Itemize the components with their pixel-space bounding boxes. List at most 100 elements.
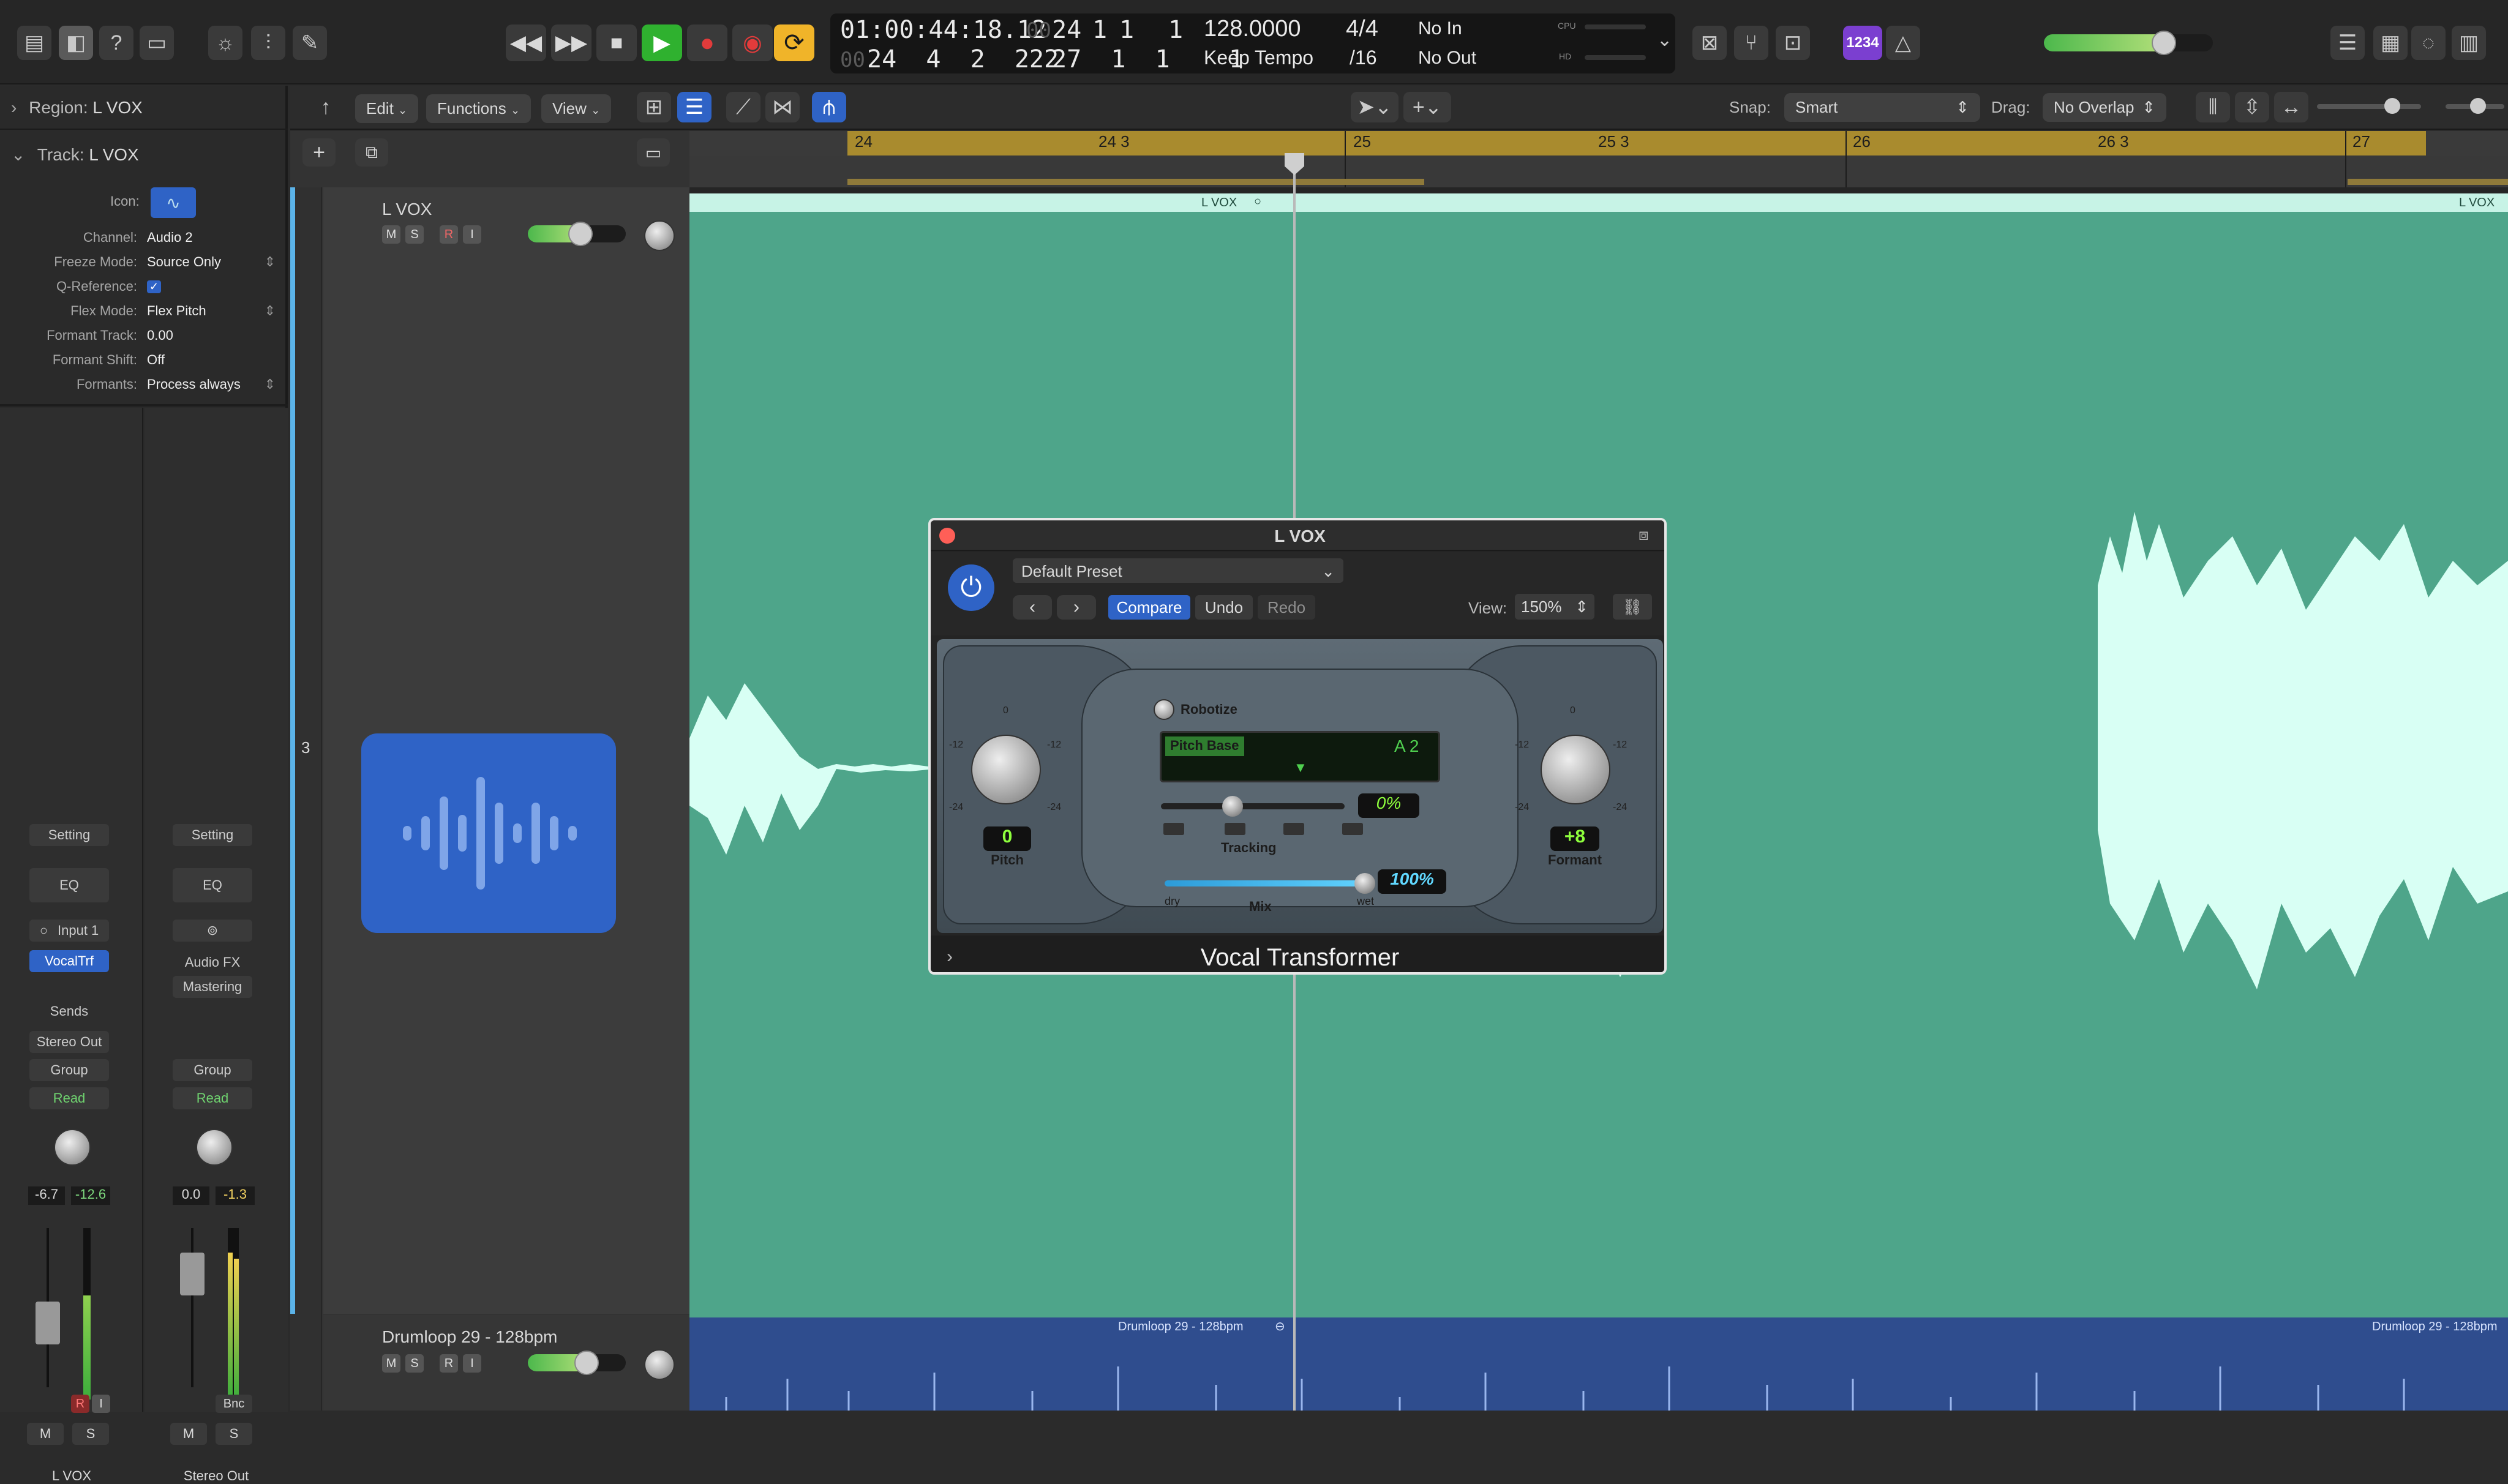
- eq-button[interactable]: EQ: [29, 868, 109, 902]
- volume-fader[interactable]: [180, 1228, 205, 1387]
- track-header[interactable]: ⌄ Track: L VOX: [11, 144, 139, 165]
- audio-region-drum[interactable]: Drumloop 29 - 128bpm ⊖ Drumloop 29 - 128…: [689, 1317, 2508, 1411]
- grid-view-icon[interactable]: ⊞: [637, 92, 671, 122]
- record-enable-button[interactable]: R: [440, 225, 458, 244]
- loop-browser-icon[interactable]: ◌: [2411, 26, 2446, 60]
- track-waveform-icon[interactable]: ∿: [151, 187, 196, 218]
- track-row[interactable]: Drumloop 29 - 128bpm M S R I: [323, 1315, 689, 1411]
- notepad-icon[interactable]: ▦: [2373, 26, 2408, 60]
- pan-knob[interactable]: [54, 1129, 91, 1166]
- input-button[interactable]: ○ Input 1: [29, 920, 109, 942]
- fit-vertical-icon[interactable]: ⇳: [2235, 92, 2269, 122]
- formant-value[interactable]: +8: [1550, 826, 1599, 851]
- volume-readout[interactable]: 0.0: [173, 1186, 209, 1205]
- time-signature[interactable]: 4/4: [1346, 16, 1378, 42]
- fit-horizontal-icon[interactable]: ↔: [2274, 92, 2308, 122]
- cycle-region[interactable]: [847, 131, 2426, 156]
- brightness-icon[interactable]: ☼: [208, 26, 242, 60]
- record-enable-button[interactable]: R: [440, 1354, 458, 1373]
- mix-value[interactable]: 100%: [1378, 869, 1446, 894]
- pitch-base-display[interactable]: Pitch Base A 2 ▼: [1160, 731, 1440, 782]
- track-pan-knob[interactable]: [644, 1349, 675, 1380]
- track-volume-slider[interactable]: [528, 1351, 626, 1375]
- up-arrow-icon[interactable]: ↑: [309, 92, 343, 122]
- robotize-button[interactable]: [1154, 699, 1174, 720]
- checkbox[interactable]: ✓: [147, 280, 162, 293]
- list-view-icon[interactable]: ☰: [677, 92, 711, 122]
- tempo-value[interactable]: 128.0000: [1204, 16, 1301, 42]
- lcd-display[interactable]: 01:00:44:18.12 00 24 1 1 1 00 24 4 2 222…: [830, 13, 1675, 73]
- autopunch-icon[interactable]: ⊡: [1776, 26, 1810, 60]
- balance-knob[interactable]: [196, 1129, 233, 1166]
- add-track-button[interactable]: +: [302, 138, 336, 167]
- timeline-ruler[interactable]: 24 24 3 25 25 3 26 26 3 27: [689, 131, 2508, 187]
- track-volume-slider[interactable]: [528, 222, 626, 246]
- previous-preset-button[interactable]: ‹: [1013, 595, 1052, 620]
- catch-playhead-icon[interactable]: ⫛: [812, 92, 846, 122]
- drag-select[interactable]: No Overlap ⇕: [2043, 93, 2166, 122]
- out-marker[interactable]: No Out: [1418, 48, 1476, 69]
- plugin-slot-vocaltrf[interactable]: VocalTrf: [29, 950, 109, 972]
- division[interactable]: /16: [1350, 47, 1376, 69]
- browser-icon[interactable]: ▥: [2452, 26, 2486, 60]
- rewind-button[interactable]: ◀◀: [506, 24, 546, 61]
- volume-readout[interactable]: -6.7: [28, 1186, 65, 1205]
- in-marker[interactable]: No In: [1418, 18, 1462, 39]
- global-tracks-button[interactable]: ▭: [637, 138, 670, 167]
- inspector-row[interactable]: Flex Mode: Flex Pitch ⇕: [0, 300, 288, 322]
- group-button[interactable]: Group: [173, 1059, 252, 1081]
- count-in-badge[interactable]: 1234: [1843, 26, 1882, 60]
- replace-mode-icon[interactable]: ⊠: [1692, 26, 1727, 60]
- redo-button[interactable]: Redo: [1258, 595, 1315, 620]
- solo-button[interactable]: S: [405, 225, 424, 244]
- edit-menu[interactable]: Edit ⌄: [355, 94, 419, 123]
- sends-button[interactable]: Sends: [29, 1000, 109, 1022]
- region-header[interactable]: › Region: L VOX: [11, 98, 143, 118]
- tempo-mode[interactable]: Keep Tempo: [1204, 47, 1313, 69]
- functions-menu[interactable]: Functions ⌄: [426, 94, 531, 123]
- mastering-button[interactable]: Mastering: [173, 976, 252, 998]
- tracking-slider[interactable]: [1161, 796, 1345, 817]
- plugin-titlebar[interactable]: L VOX ⧈: [931, 520, 1664, 551]
- output-button[interactable]: Stereo Out: [29, 1031, 109, 1053]
- bypass-power-button[interactable]: ⏻: [948, 564, 994, 611]
- pitch-knob[interactable]: [971, 735, 1041, 804]
- inspector-row[interactable]: Formants: Process always ⇕: [0, 373, 288, 395]
- toolbar-toggle-icon[interactable]: ▭: [140, 26, 174, 60]
- duplicate-track-button[interactable]: ⧉: [355, 138, 388, 167]
- solo-button[interactable]: S: [72, 1423, 109, 1445]
- mute-button[interactable]: M: [170, 1423, 207, 1445]
- tuning-fork-icon[interactable]: ⑂: [1734, 26, 1768, 60]
- automation-read-button[interactable]: Read: [173, 1087, 252, 1109]
- group-button[interactable]: Group: [29, 1059, 109, 1081]
- solo-button[interactable]: S: [216, 1423, 252, 1445]
- input-monitor-button[interactable]: I: [463, 225, 481, 244]
- inspector-row[interactable]: Formant Shift: Off: [0, 349, 288, 371]
- mute-button[interactable]: M: [382, 225, 400, 244]
- pitch-value[interactable]: 0: [983, 826, 1031, 851]
- view-menu[interactable]: View ⌄: [541, 94, 612, 123]
- inspector-row[interactable]: Q-Reference: ✓: [0, 275, 288, 298]
- master-volume-slider[interactable]: [2044, 31, 2213, 55]
- link-icon[interactable]: ⊚: [173, 920, 252, 942]
- stop-button[interactable]: ■: [596, 24, 637, 61]
- compare-button[interactable]: Compare: [1108, 595, 1190, 620]
- editors-icon[interactable]: ✎: [293, 26, 327, 60]
- cycle-button[interactable]: ⟳: [774, 24, 814, 61]
- tracking-value[interactable]: 0%: [1358, 793, 1419, 818]
- inspector-row[interactable]: Freeze Mode: Source Only ⇕: [0, 251, 288, 273]
- automation-icon[interactable]: ⟋: [726, 92, 760, 122]
- track-row[interactable]: L VOX M S R I 3: [301, 187, 689, 1314]
- mute-button[interactable]: M: [27, 1423, 64, 1445]
- solo-button[interactable]: S: [405, 1354, 424, 1373]
- undo-button[interactable]: Undo: [1195, 595, 1253, 620]
- capture-record-button[interactable]: ◉: [732, 24, 773, 61]
- flex-icon[interactable]: ⋈: [765, 92, 800, 122]
- lcd-menu-chevron-icon[interactable]: ⌄: [1657, 29, 1672, 51]
- pointer-tool-icon[interactable]: ➤⌄: [1351, 92, 1399, 122]
- waveform-zoom-icon[interactable]: ⦀: [2196, 92, 2230, 122]
- formant-knob[interactable]: [1541, 735, 1610, 804]
- automation-read-button[interactable]: Read: [29, 1087, 109, 1109]
- input-monitor-button[interactable]: I: [463, 1354, 481, 1373]
- mute-button[interactable]: M: [382, 1354, 400, 1373]
